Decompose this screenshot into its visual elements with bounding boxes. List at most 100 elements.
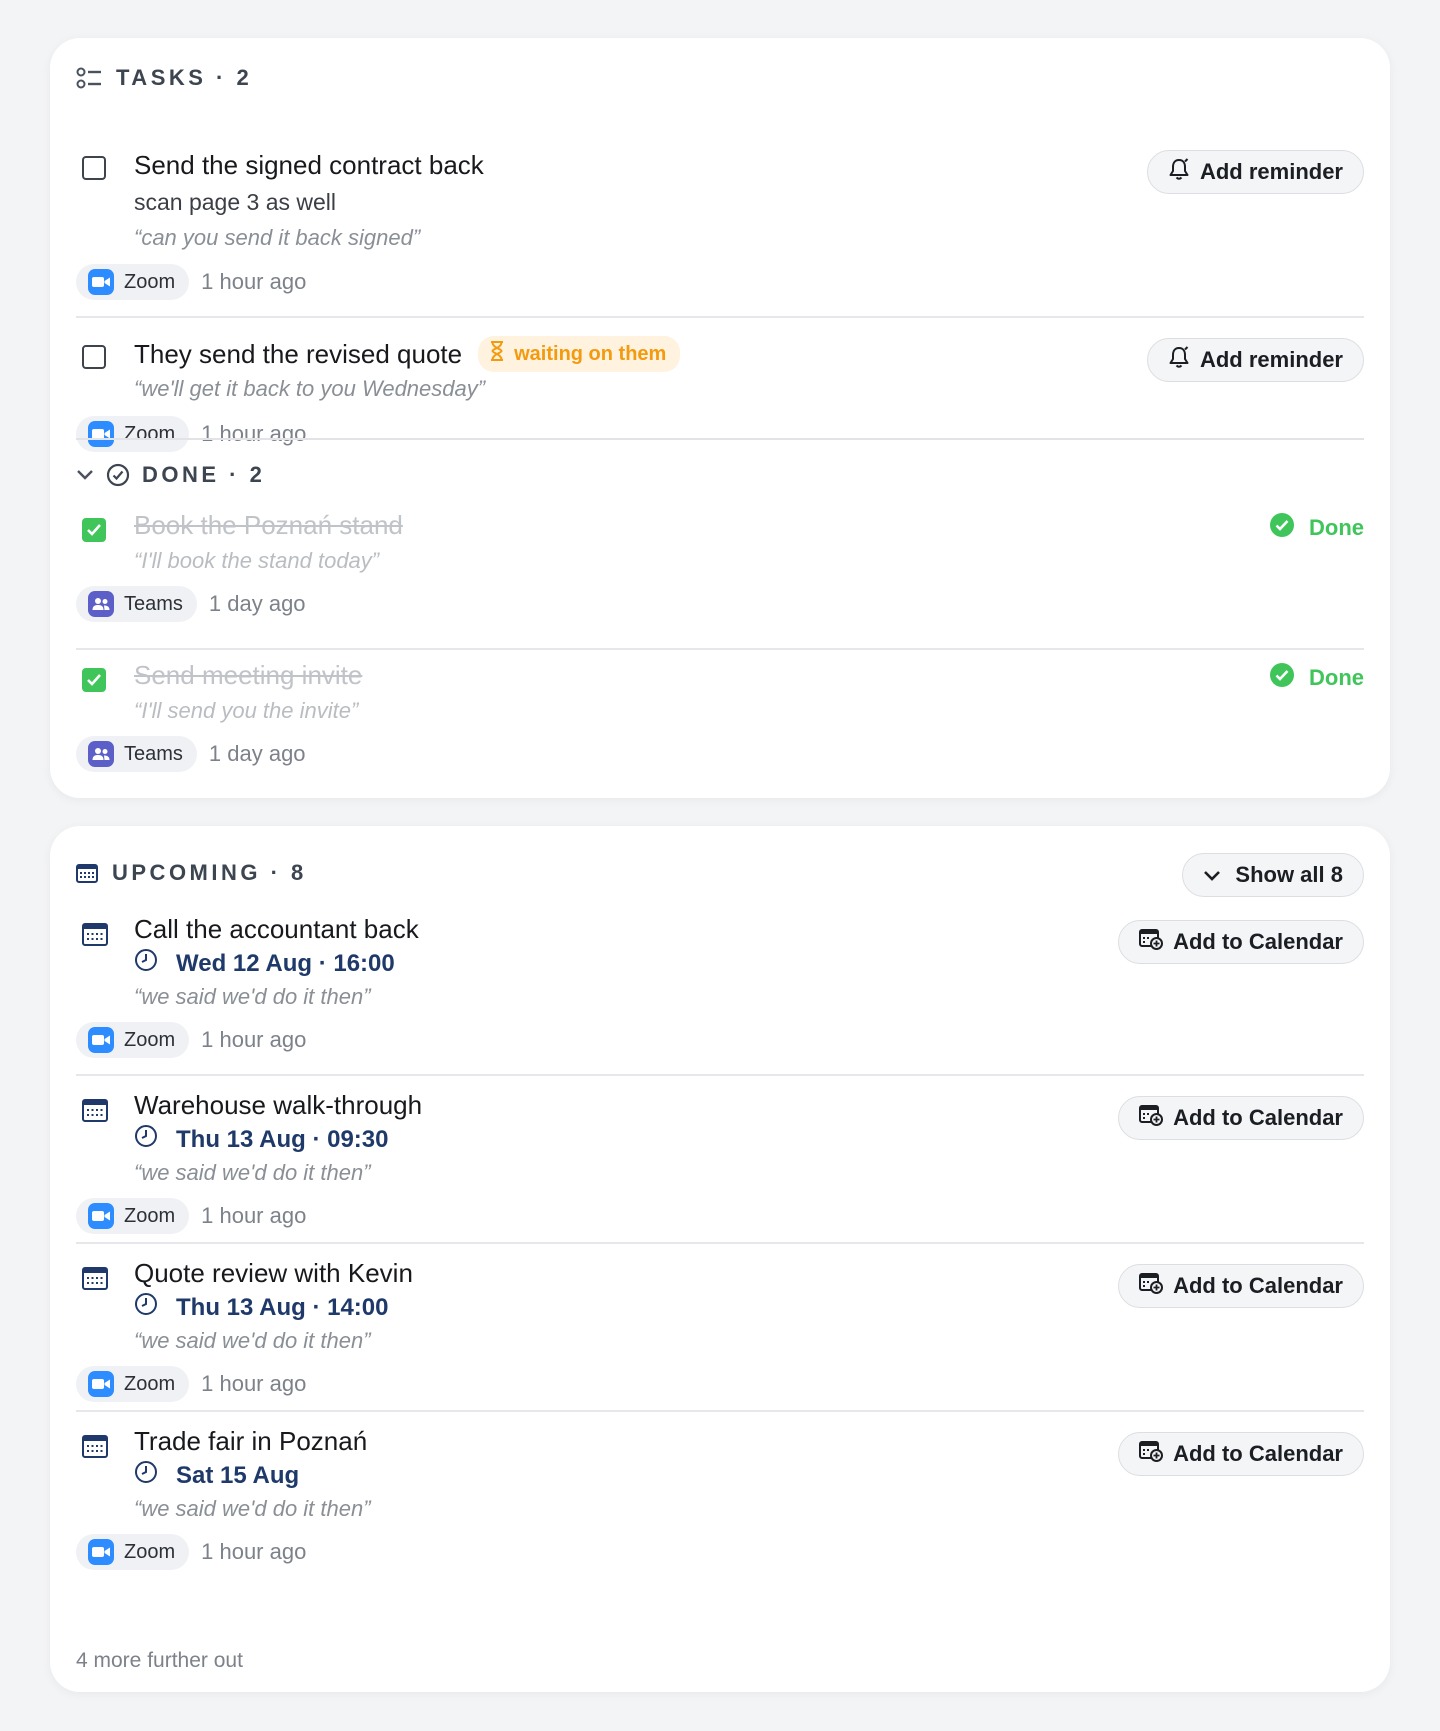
task-quote: “we'll get it back to you Wednesday” bbox=[134, 376, 486, 401]
task-checkbox[interactable] bbox=[82, 345, 106, 369]
upcoming-meta: Zoom 1 hour ago bbox=[76, 1534, 306, 1570]
add-to-calendar-button[interactable]: Add to Calendar bbox=[1118, 1264, 1364, 1308]
upcoming-timestamp: 1 hour ago bbox=[201, 1203, 307, 1228]
upcoming-item: Quote review with Kevin Thu 13 Aug · 14:… bbox=[76, 1244, 1364, 1412]
task-checkbox[interactable] bbox=[82, 156, 106, 180]
video-camera-icon bbox=[88, 269, 114, 295]
calendar-icon bbox=[76, 863, 98, 883]
task-checkbox-checked[interactable] bbox=[82, 518, 106, 542]
source-pill-label: Teams bbox=[124, 592, 183, 615]
check-circle-filled-icon bbox=[1269, 512, 1295, 544]
upcoming-title: Trade fair in Poznań bbox=[134, 1426, 367, 1457]
source-pill-label: Zoom bbox=[124, 1540, 176, 1563]
add-to-calendar-button[interactable]: Add to Calendar bbox=[1118, 1096, 1364, 1140]
upcoming-section-header: UPCOMING · 8 bbox=[76, 860, 307, 886]
people-icon bbox=[88, 741, 114, 767]
calendar-icon bbox=[82, 922, 108, 951]
calendar-add-icon bbox=[1139, 928, 1164, 956]
task-meta: Zoom 1 hour ago bbox=[76, 264, 306, 300]
upcoming-when-label: Thu 13 Aug · 14:00 bbox=[176, 1293, 389, 1321]
source-pill-teams[interactable]: Teams bbox=[76, 586, 197, 622]
done-status-label: Done bbox=[1309, 665, 1364, 690]
task-meta: Zoom 1 hour ago bbox=[76, 416, 306, 452]
calendar-add-icon bbox=[1139, 1104, 1164, 1132]
source-pill-zoom[interactable]: Zoom bbox=[76, 1022, 190, 1058]
upcoming-header-label: UPCOMING · 8 bbox=[112, 860, 307, 885]
add-to-calendar-label: Add to Calendar bbox=[1173, 1105, 1343, 1130]
done-status: Done bbox=[1269, 512, 1364, 544]
upcoming-quote: “we said we'd do it then” bbox=[134, 1160, 371, 1185]
upcoming-meta: Zoom 1 hour ago bbox=[76, 1198, 306, 1234]
upcoming-when-label: Wed 12 Aug · 16:00 bbox=[176, 949, 395, 977]
done-item: Send meeting invite “I'll send you the i… bbox=[76, 650, 1364, 790]
done-title: Book the Poznań stand bbox=[134, 510, 403, 540]
done-section-header[interactable]: DONE · 2 bbox=[76, 462, 265, 488]
add-reminder-label: Add reminder bbox=[1199, 159, 1343, 184]
done-timestamp: 1 day ago bbox=[208, 741, 306, 766]
done-header-label: DONE · 2 bbox=[142, 462, 266, 487]
section-divider bbox=[76, 438, 1364, 440]
chevron-down-icon[interactable] bbox=[76, 469, 94, 481]
upcoming-quote: “we said we'd do it then” bbox=[134, 1328, 371, 1353]
source-pill-zoom[interactable]: Zoom bbox=[76, 1534, 190, 1570]
upcoming-item: Warehouse walk-through Thu 13 Aug · 09:3… bbox=[76, 1076, 1364, 1244]
add-to-calendar-button[interactable]: Add to Calendar bbox=[1118, 920, 1364, 964]
task-title-text: They send the revised quote bbox=[134, 338, 463, 369]
calendar-add-icon bbox=[1139, 1272, 1164, 1300]
clock-icon bbox=[134, 1124, 158, 1155]
done-quote: “I'll book the stand today” bbox=[134, 548, 380, 573]
video-camera-icon bbox=[88, 1539, 114, 1565]
upcoming-title: Quote review with Kevin bbox=[134, 1258, 413, 1289]
source-pill-label: Zoom bbox=[124, 1372, 176, 1395]
check-circle-icon bbox=[106, 463, 130, 487]
task-quote: “can you send it back signed” bbox=[134, 225, 421, 250]
upcoming-when: Thu 13 Aug · 09:30 bbox=[134, 1124, 388, 1155]
bell-icon bbox=[1168, 345, 1190, 375]
hourglass-icon bbox=[490, 341, 504, 367]
upcoming-timestamp: 1 hour ago bbox=[201, 1371, 307, 1396]
video-camera-icon bbox=[88, 421, 114, 447]
tasks-section-header: TASKS · 2 bbox=[76, 65, 252, 91]
add-reminder-button[interactable]: Add reminder bbox=[1146, 150, 1364, 194]
done-item: Book the Poznań stand “I'll book the sta… bbox=[76, 500, 1364, 650]
task-checkbox-checked[interactable] bbox=[82, 668, 106, 692]
add-to-calendar-label: Add to Calendar bbox=[1173, 1441, 1343, 1466]
video-camera-icon bbox=[88, 1203, 114, 1229]
waiting-badge: waiting on them bbox=[478, 336, 681, 372]
source-pill-zoom[interactable]: Zoom bbox=[76, 264, 190, 300]
task-timestamp: 1 hour ago bbox=[201, 269, 307, 294]
chevron-down-icon bbox=[1203, 862, 1221, 888]
add-to-calendar-button[interactable]: Add to Calendar bbox=[1118, 1432, 1364, 1476]
calendar-icon bbox=[82, 1434, 108, 1463]
add-to-calendar-label: Add to Calendar bbox=[1173, 929, 1343, 954]
done-meta: Teams 1 day ago bbox=[76, 586, 306, 622]
done-timestamp: 1 day ago bbox=[208, 591, 306, 616]
show-all-button[interactable]: Show all 8 bbox=[1182, 853, 1364, 897]
done-meta: Teams 1 day ago bbox=[76, 736, 306, 772]
task-item: Send the signed contract back scan page … bbox=[76, 110, 1364, 318]
source-pill-zoom[interactable]: Zoom bbox=[76, 1198, 190, 1234]
source-pill-teams[interactable]: Teams bbox=[76, 736, 197, 772]
calendar-add-icon bbox=[1139, 1440, 1164, 1468]
task-timestamp: 1 hour ago bbox=[201, 421, 307, 446]
done-title: Send meeting invite bbox=[134, 660, 363, 690]
clock-icon bbox=[134, 1460, 158, 1491]
add-reminder-button[interactable]: Add reminder bbox=[1146, 338, 1364, 382]
upcoming-timestamp: 1 hour ago bbox=[201, 1539, 307, 1564]
source-pill-label: Zoom bbox=[124, 270, 176, 293]
upcoming-meta: Zoom 1 hour ago bbox=[76, 1022, 306, 1058]
done-status-label: Done bbox=[1309, 515, 1364, 540]
show-all-label: Show all 8 bbox=[1235, 862, 1343, 887]
upcoming-item: Call the accountant back Wed 12 Aug · 16… bbox=[76, 906, 1364, 1076]
source-pill-label: Teams bbox=[124, 742, 183, 765]
upcoming-title-text: Call the accountant back bbox=[134, 914, 419, 944]
add-reminder-label: Add reminder bbox=[1199, 347, 1343, 372]
source-pill-zoom[interactable]: Zoom bbox=[76, 1366, 190, 1402]
task-title: They send the revised quote waiting on t… bbox=[134, 336, 681, 372]
task-note: scan page 3 as well bbox=[134, 189, 337, 215]
source-pill-label: Zoom bbox=[124, 1028, 176, 1051]
further-out-note: 4 more further out bbox=[76, 1649, 243, 1672]
check-circle-filled-icon bbox=[1269, 662, 1295, 694]
task-list-icon bbox=[76, 66, 102, 90]
source-pill-zoom[interactable]: Zoom bbox=[76, 416, 190, 452]
